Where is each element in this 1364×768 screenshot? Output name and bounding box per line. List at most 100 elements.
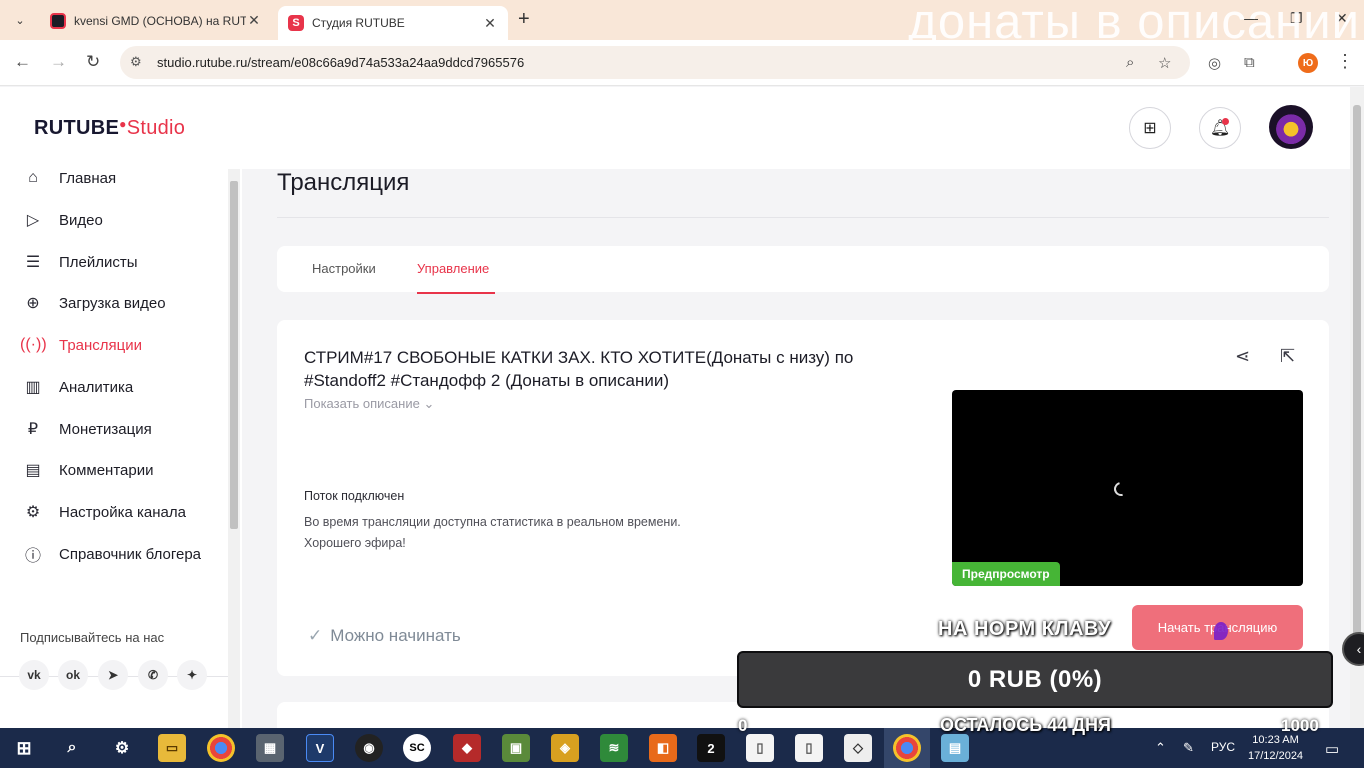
tabs-card: Настройки Управление (277, 246, 1329, 292)
site-settings-icon[interactable]: ⚙ (130, 54, 142, 70)
donation-amount: 0 RUB (0%) (967, 665, 1103, 693)
stream-status: Поток подключен (304, 489, 405, 503)
profile-avatar[interactable]: Ю (1298, 53, 1318, 73)
bookmark-star-icon[interactable]: ☆ (1158, 54, 1171, 72)
active-tab-underline (417, 292, 495, 294)
search-icon[interactable]: ⌕ (58, 734, 86, 762)
title-divider (277, 217, 1329, 218)
file-explorer-icon[interactable]: ▭ (158, 734, 186, 762)
sidebar-item-label: Главная (59, 169, 117, 187)
clock-date: 17/12/2024 (1248, 750, 1304, 762)
sidebar-item-playlists[interactable]: ☰ Плейлисты (20, 248, 138, 276)
pen-icon[interactable]: ✎ (1183, 740, 1194, 756)
forward-arrow-icon[interactable]: → (50, 52, 67, 72)
translate-icon[interactable]: ◎ (1208, 54, 1221, 72)
show-description-toggle[interactable]: Показать описание ⌄ (304, 396, 434, 412)
plus-square-icon: ⊞ (1143, 120, 1157, 137)
calculator-icon[interactable]: ▦ (256, 734, 284, 762)
stream-card: СТРИМ#17 СВОБОНЫЕ КАТКИ ЗАХ. КТО ХОТИТЕ(… (277, 320, 1329, 676)
notepad-icon[interactable]: ▤ (941, 734, 969, 762)
donation-days-left: ОСТАЛОСЬ 44 ДНЯ (940, 715, 1111, 735)
roblox-icon[interactable]: ◇ (844, 734, 872, 762)
windows-taskbar: ⊞ ⌕ ⚙ ▭ ▦ V ◉ SC ◆ ▣ ◈ ≋ ◧ 2 ▯ ▯ ◇ ▤ ⌃ ✎… (0, 728, 1364, 768)
broadcast-icon: ((·)) (20, 336, 47, 353)
tab-search-chevron-icon[interactable]: ⌄ (8, 8, 32, 32)
close-tab-icon[interactable]: ✕ (246, 12, 262, 29)
mouse-cursor-icon (1214, 622, 1228, 640)
map-app-icon[interactable]: ◈ (551, 734, 579, 762)
sidebar-item-comments[interactable]: ▤ Комментарии (20, 456, 153, 484)
sidebar-scroll-thumb[interactable] (230, 181, 238, 529)
sidebar-item-video[interactable]: ▷ Видео (20, 206, 103, 234)
donation-min-label: 0 (738, 716, 748, 735)
back-arrow-icon[interactable]: ← (14, 52, 31, 72)
sidebar-item-monetization[interactable]: ₽ Монетизация (20, 415, 152, 443)
share-icon[interactable]: ⋖ (1235, 346, 1250, 367)
page-scroll-thumb[interactable] (1353, 105, 1361, 645)
sidebar-item-label: Трансляции (59, 336, 143, 354)
browser-menu-icon[interactable]: ⋮ (1336, 51, 1354, 72)
analytics-icon: ▥ (25, 379, 41, 396)
stream-note: Во время трансляции доступна статистика … (304, 512, 681, 554)
windows-start-icon[interactable]: ⊞ (10, 734, 38, 762)
minecraft-icon[interactable]: ▣ (502, 734, 530, 762)
open-external-icon[interactable]: ⇱ (1280, 346, 1295, 367)
sidebar-item-blogger-guide[interactable]: ⓘ Справочник блогера (20, 540, 201, 568)
ok-icon[interactable]: ok (58, 660, 88, 690)
chevron-down-icon: ⌄ (423, 396, 435, 411)
add-content-button[interactable]: ⊞ (1129, 107, 1171, 149)
sidebar-item-broadcasts[interactable]: ((·)) Трансляции (20, 331, 142, 359)
chevron-left-icon[interactable]: ‹ (1342, 632, 1364, 666)
reload-icon[interactable]: ↻ (86, 52, 100, 72)
sidebar-scrollbar[interactable] (228, 169, 240, 728)
stream-title: СТРИМ#17 СВОБОНЫЕ КАТКИ ЗАХ. КТО ХОТИТЕ(… (304, 348, 854, 390)
notifications-button[interactable]: 🔔︎ (1199, 107, 1241, 149)
logo-main: RUTUBE (34, 117, 120, 139)
telegram-icon[interactable]: ➤ (98, 660, 128, 690)
browser-tab-2-active[interactable]: S Студия RUTUBE ✕ (278, 6, 508, 40)
sc-app-icon[interactable]: SC (403, 734, 431, 762)
address-bar-row: ← → ↻ ⚙ studio.rutube.ru/stream/e08c66a9… (0, 40, 1364, 86)
system-clock[interactable]: 10:23 AM 17/12/2024 (1248, 732, 1303, 764)
sidebar-item-upload[interactable]: ⊕ Загрузка видео (20, 289, 165, 317)
url-text: studio.rutube.ru/stream/e08c66a9d74a533a… (157, 55, 525, 70)
tray-chevron-up-icon[interactable]: ⌃ (1155, 740, 1166, 756)
bluestacks-icon[interactable]: ≋ (600, 734, 628, 762)
info-icon: ⓘ (24, 548, 41, 565)
chrome-icon[interactable] (207, 734, 235, 762)
vegas-icon[interactable]: V (306, 734, 334, 762)
language-indicator[interactable]: РУС (1211, 740, 1235, 754)
red-cube-app-icon[interactable]: ◆ (453, 734, 481, 762)
tab-settings[interactable]: Настройки (312, 261, 376, 276)
sidebar-item-label: Монетизация (59, 420, 152, 438)
channel-avatar[interactable] (1269, 105, 1313, 149)
donation-progress-bar: 0 RUB (0%) (737, 651, 1333, 708)
viber-icon[interactable]: ✆ (138, 660, 168, 690)
document-icon[interactable]: ▯ (746, 734, 774, 762)
2x-app-icon[interactable]: 2 (697, 734, 725, 762)
sidebar-item-label: Справочник блогера (59, 545, 202, 563)
sidebar-item-analytics[interactable]: ▥ Аналитика (20, 373, 133, 401)
rutube-studio-logo[interactable]: RUTUBE●Studio (34, 117, 185, 140)
extensions-puzzle-icon[interactable]: ⧉ (1244, 54, 1255, 71)
close-tab-icon[interactable]: ✕ (482, 15, 498, 32)
fl-studio-icon[interactable]: ◧ (649, 734, 677, 762)
obs-icon[interactable]: ◉ (355, 734, 383, 762)
new-tab-plus-icon[interactable]: + (518, 8, 530, 31)
browser-tab-1[interactable]: kvensi GMD (OCHOBA) на RUTU ✕ (40, 5, 272, 36)
stream-preview-player[interactable]: Предпросмотр (952, 390, 1303, 586)
stream-note-line1: Во время трансляции доступна статистика … (304, 515, 681, 529)
sidebar-item-home[interactable]: ⌂ Главная (20, 164, 116, 192)
chrome-profile-icon[interactable] (893, 734, 921, 762)
vk-icon[interactable]: vk (19, 660, 49, 690)
zen-icon[interactable]: ✦ (177, 660, 207, 690)
url-field[interactable]: ⚙ studio.rutube.ru/stream/e08c66a9d74a53… (120, 46, 1190, 79)
zoom-icon[interactable]: ⌕ (1126, 54, 1134, 71)
sidebar-item-channel-settings[interactable]: ⚙ Настройка канала (20, 498, 186, 526)
sidebar-item-label: Настройка канала (59, 503, 186, 521)
settings-gear-icon[interactable]: ⚙ (108, 734, 136, 762)
notification-center-icon[interactable]: ▭ (1325, 740, 1339, 758)
home-icon: ⌂ (28, 169, 38, 186)
tab-management[interactable]: Управление (417, 261, 489, 276)
document-2-icon[interactable]: ▯ (795, 734, 823, 762)
